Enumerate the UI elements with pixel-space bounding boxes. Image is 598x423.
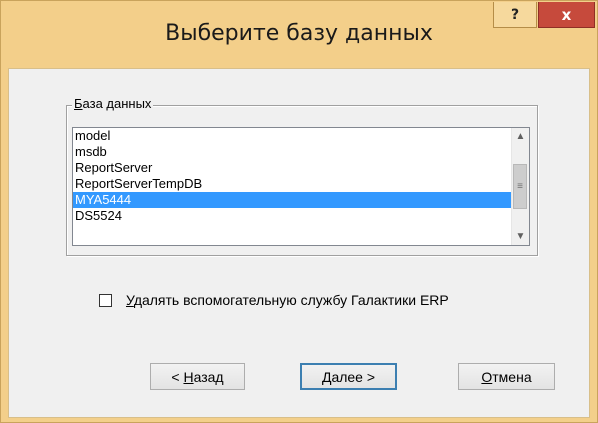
help-icon: ? — [510, 6, 520, 23]
grip-icon: ≡ — [517, 181, 523, 192]
remove-service-label-mnemonic: У — [126, 292, 134, 308]
title-bar[interactable]: Выберите базу данных ? x — [1, 1, 597, 68]
next-button[interactable]: Далее > — [300, 363, 397, 390]
back-button-prefix: < — [171, 368, 184, 385]
database-list-item[interactable]: MYA5444 — [73, 192, 512, 208]
remove-service-label-text: далять вспомогательную службу Галактики … — [133, 292, 449, 308]
cancel-button-mnemonic: О — [481, 368, 493, 385]
groupbox-label: База данных — [72, 96, 154, 111]
chevron-down-icon: ▼ — [515, 231, 526, 242]
remove-service-checkbox[interactable] — [99, 293, 112, 307]
close-icon: x — [561, 5, 572, 24]
database-list-item[interactable]: model — [73, 128, 512, 144]
database-listbox[interactable]: model msdb ReportServer ReportServerTempDB M… — [72, 127, 530, 246]
close-button[interactable]: x — [538, 2, 595, 28]
database-list-item[interactable]: DS5524 — [73, 208, 512, 224]
database-list-item[interactable]: msdb — [73, 144, 512, 160]
cancel-button[interactable]: Отмена — [458, 363, 555, 390]
scroll-down-button[interactable]: ▼ — [512, 228, 529, 245]
groupbox-label-text: аза данных — [82, 96, 152, 111]
scroll-up-button[interactable]: ▲ — [512, 128, 529, 145]
help-button[interactable]: ? — [493, 2, 537, 28]
next-button-mnemonic: Д — [321, 368, 332, 385]
back-button[interactable]: < Назад — [150, 363, 245, 390]
dialog-window: Выберите базу данных ? x База данных mod… — [0, 0, 598, 423]
chevron-up-icon: ▲ — [515, 131, 526, 142]
remove-service-label[interactable]: Удалять вспомогательную службу Галактики… — [126, 292, 449, 308]
dialog-body: База данных model msdb ReportServer ReportS… — [8, 68, 590, 418]
database-list-item[interactable]: ReportServerTempDB — [73, 176, 512, 192]
cancel-button-text: тмена — [492, 368, 532, 385]
database-list-item[interactable]: ReportServer — [73, 160, 512, 176]
remove-service-option[interactable]: Удалять вспомогательную службу Галактики… — [99, 292, 449, 308]
groupbox-label-mnemonic: Б — [74, 96, 83, 111]
next-button-text: алее > — [331, 368, 376, 385]
scroll-thumb[interactable]: ≡ — [513, 164, 527, 209]
back-button-mnemonic: Н — [183, 368, 194, 385]
back-button-text: азад — [193, 368, 224, 385]
list-scrollbar[interactable]: ▲ ≡ ▼ — [511, 128, 529, 245]
database-list: model msdb ReportServer ReportServerTempDB M… — [73, 128, 512, 224]
